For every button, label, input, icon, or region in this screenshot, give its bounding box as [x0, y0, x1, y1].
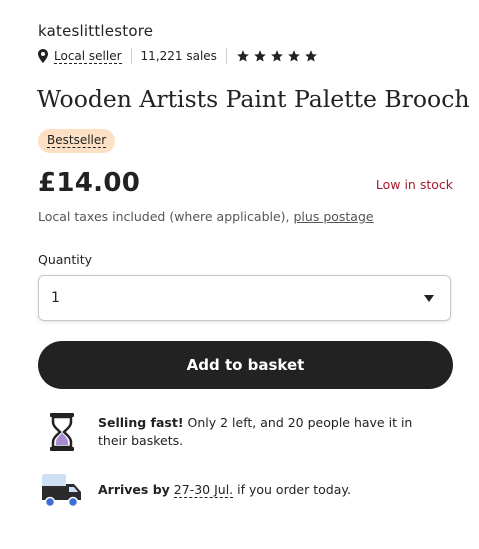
delivery-text: Arrives by 27-30 Jul. if you order today…	[98, 481, 443, 499]
quantity-value: 1	[51, 290, 60, 306]
star-icon	[253, 49, 267, 63]
quantity-select[interactable]: 1	[38, 275, 451, 321]
selling-fast-bold: Selling fast!	[98, 415, 184, 430]
bestseller-badge-label: Bestseller	[47, 133, 107, 148]
chevron-down-icon	[424, 294, 434, 302]
delivery-suffix: if you order today.	[237, 482, 351, 497]
star-icon	[287, 49, 301, 63]
seller-info-row: Local seller 11,221 sales	[38, 47, 318, 65]
location-pin-icon	[38, 49, 48, 63]
product-buy-panel: kateslittlestore Local seller 11,221 sal…	[0, 0, 479, 549]
star-rating[interactable]	[236, 49, 318, 63]
product-title: Wooden Artists Paint Palette Brooch	[37, 85, 470, 113]
star-icon	[270, 49, 284, 63]
add-to-basket-button[interactable]: Add to basket	[38, 341, 453, 389]
star-icon	[236, 49, 250, 63]
taxes-text: Local taxes included (where applicable),	[38, 209, 290, 224]
delivery-row: Arrives by 27-30 Jul. if you order today…	[38, 472, 443, 508]
selling-fast-text: Selling fast! Only 2 left, and 20 people…	[98, 414, 443, 450]
delivery-truck-icon	[38, 472, 86, 508]
bestseller-badge[interactable]: Bestseller	[38, 129, 116, 153]
delivery-dates[interactable]: 27-30 Jul.	[173, 482, 234, 498]
postage-link[interactable]: plus postage	[294, 209, 374, 224]
quantity-label: Quantity	[38, 252, 93, 267]
divider	[225, 48, 227, 64]
delivery-prefix: Arrives by	[98, 482, 170, 497]
sales-count: 11,221 sales	[140, 49, 217, 63]
local-seller-link[interactable]: Local seller	[54, 49, 122, 64]
stock-status: Low in stock	[375, 177, 453, 192]
taxes-note: Local taxes included (where applicable),…	[38, 209, 374, 224]
hourglass-icon	[38, 412, 86, 452]
divider	[130, 48, 132, 64]
product-price: £14.00	[38, 168, 141, 198]
selling-fast-row: Selling fast! Only 2 left, and 20 people…	[38, 412, 443, 452]
star-icon	[304, 49, 318, 63]
shop-name[interactable]: kateslittlestore	[38, 22, 153, 40]
